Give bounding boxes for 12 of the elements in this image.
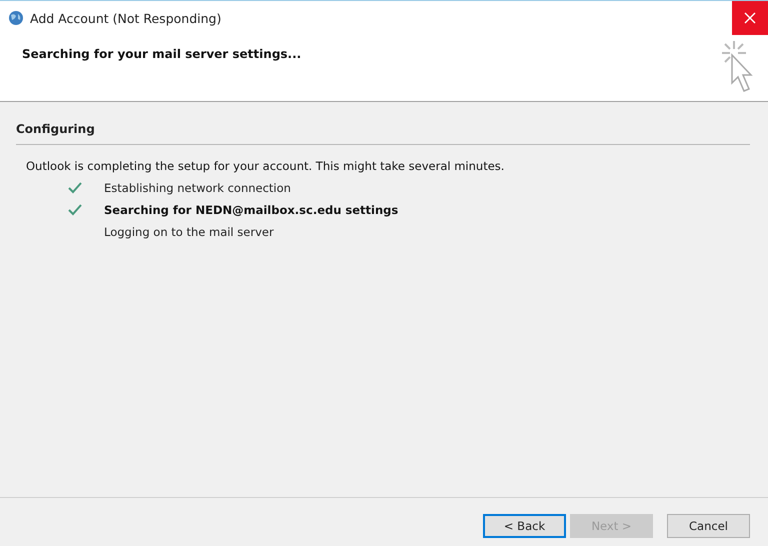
globe-icon <box>8 10 24 26</box>
window-title: Add Account (Not Responding) <box>30 10 222 26</box>
close-button[interactable] <box>732 1 768 35</box>
close-icon <box>744 12 756 24</box>
step-label: Searching for NEDN@mailbox.sc.edu settings <box>104 202 398 216</box>
dialog-button[interactable]: Cancel <box>667 514 750 538</box>
section-title: Configuring <box>16 122 96 136</box>
step-label: Establishing network connection <box>104 180 291 194</box>
step-label: Logging on to the mail server <box>104 224 274 238</box>
dialog-button[interactable]: < Back <box>483 514 566 538</box>
intro-text: Outlook is completing the setup for your account. This might take several minutes. <box>26 159 506 173</box>
header-title: Searching for your mail server settings... <box>22 47 302 61</box>
